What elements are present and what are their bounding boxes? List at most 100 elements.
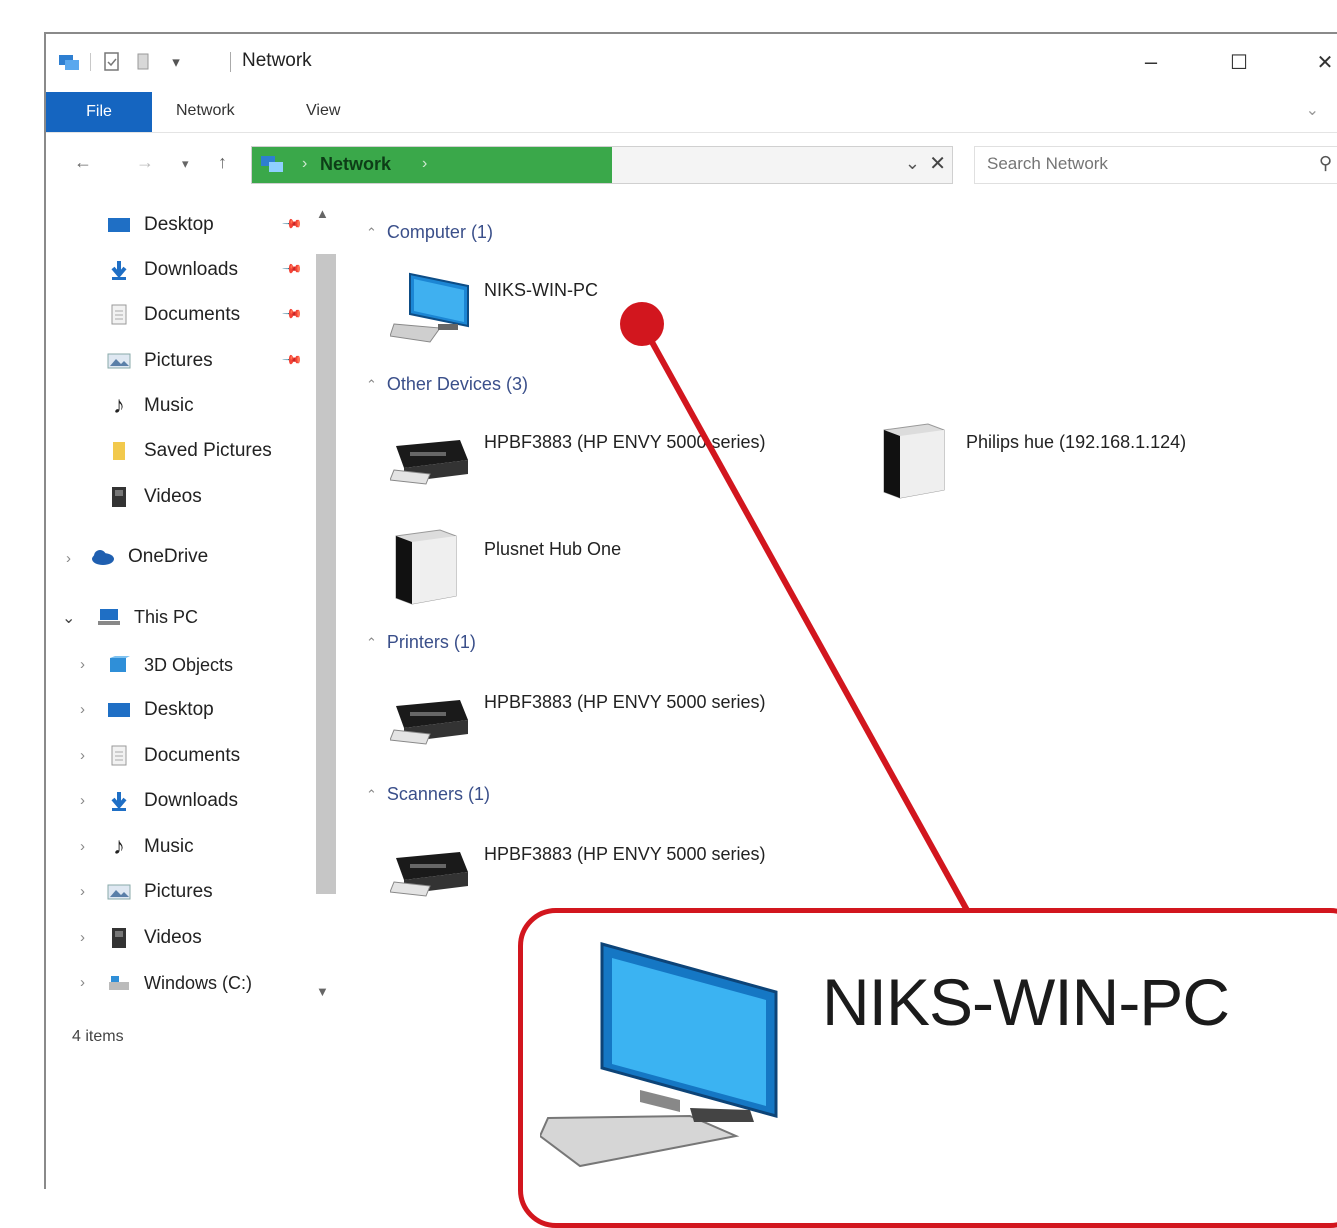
search-box[interactable]: ⚲ — [974, 146, 1337, 184]
network-app-icon[interactable] — [58, 51, 80, 73]
nav-item-label: Downloads — [144, 790, 238, 811]
address-bar[interactable]: › Network › ⌄ ✕ — [251, 146, 953, 184]
nav-scrollbar-thumb[interactable] — [316, 254, 336, 894]
breadcrumb-chevron-icon[interactable]: › — [302, 155, 307, 173]
address-dropdown-icon[interactable]: ⌄ — [905, 153, 920, 174]
expand-chevron-icon[interactable]: › — [66, 550, 71, 567]
minimize-button[interactable]: – — [1128, 44, 1174, 80]
pin-icon[interactable]: 📌 — [281, 349, 303, 372]
expand-chevron-icon[interactable]: › — [80, 974, 85, 991]
device-label-plusnet-hub[interactable]: Plusnet Hub One — [484, 539, 621, 560]
collapse-group-icon[interactable]: ⌃ — [366, 225, 377, 241]
properties-icon[interactable] — [101, 51, 123, 73]
expand-ribbon-icon[interactable]: ⌄ — [1306, 100, 1319, 120]
group-header-other-devices[interactable]: ⌃ Other Devices (3) — [366, 374, 528, 395]
nav-item-downloads[interactable]: Downloads — [106, 784, 238, 818]
nav-item-label: Saved Pictures — [144, 440, 272, 461]
group-header-label: Scanners (1) — [386, 784, 490, 804]
expand-chevron-icon[interactable]: › — [80, 656, 85, 673]
nav-item-label: Downloads — [144, 259, 238, 280]
expand-chevron-icon[interactable]: › — [80, 838, 85, 855]
collapse-group-icon[interactable]: ⌃ — [366, 377, 377, 393]
nav-item-label: Desktop — [144, 699, 214, 720]
nav-item-music[interactable]: ♪ Music — [106, 830, 194, 864]
downloads-icon — [106, 259, 132, 281]
network-device-icon[interactable] — [878, 420, 948, 507]
group-header-label: Printers (1) — [386, 632, 476, 652]
printer-icon[interactable] — [389, 430, 470, 491]
pin-icon[interactable]: 📌 — [281, 258, 303, 281]
forward-arrow-icon[interactable]: → — [136, 152, 154, 173]
nav-item-3d-objects[interactable]: 3D Objects — [106, 648, 233, 682]
tab-view[interactable]: View — [306, 102, 340, 120]
nav-item-label: Videos — [144, 486, 202, 507]
nav-item-desktop[interactable]: Desktop — [106, 208, 214, 242]
status-item-count: 4 items — [72, 1028, 124, 1045]
expand-chevron-icon[interactable]: › — [80, 747, 85, 764]
search-icon[interactable]: ⚲ — [1319, 153, 1332, 174]
close-button[interactable]: ✕ — [1302, 44, 1337, 80]
expand-chevron-icon[interactable]: › — [80, 792, 85, 809]
breadcrumb-chevron-icon[interactable]: › — [422, 155, 427, 173]
back-arrow-icon[interactable]: ← — [74, 152, 92, 173]
search-input[interactable] — [985, 153, 1289, 175]
group-header-label: Computer (1) — [386, 222, 493, 242]
nav-item-pictures[interactable]: Pictures — [106, 344, 213, 378]
nav-item-documents[interactable]: Documents — [106, 739, 240, 773]
nav-item-videos[interactable]: Videos — [106, 921, 202, 955]
printer-icon[interactable] — [389, 842, 470, 903]
network-device-icon[interactable] — [390, 526, 460, 613]
recent-locations-icon[interactable]: ▾ — [182, 156, 189, 172]
nav-item-desktop[interactable]: Desktop — [106, 693, 214, 727]
new-folder-icon[interactable] — [133, 51, 155, 73]
music-icon: ♪ — [113, 392, 125, 419]
tab-file[interactable]: File — [46, 92, 152, 132]
pin-icon[interactable]: 📌 — [281, 213, 303, 236]
cloud-icon — [90, 546, 116, 568]
scroll-up-icon[interactable]: ▲ — [316, 206, 329, 221]
nav-item-downloads[interactable]: Downloads — [106, 253, 238, 287]
device-label-philips-hue[interactable]: Philips hue (192.168.1.124) — [966, 432, 1186, 453]
documents-icon — [106, 304, 132, 326]
ribbon: File Network View ⌄ — [46, 90, 1337, 133]
group-header-printers[interactable]: ⌃ Printers (1) — [366, 632, 476, 653]
computer-icon[interactable] — [389, 266, 474, 349]
breadcrumb-network[interactable]: Network — [320, 154, 391, 175]
expand-chevron-icon[interactable]: › — [80, 883, 85, 900]
customize-toolbar-icon[interactable]: ▾ — [165, 51, 187, 73]
collapse-group-icon[interactable]: ⌃ — [366, 787, 377, 803]
printer-icon[interactable] — [389, 690, 470, 751]
device-label-printer[interactable]: HPBF3883 (HP ENVY 5000 series) — [484, 692, 765, 713]
desktop-folder-icon — [106, 699, 132, 721]
clear-address-icon[interactable]: ✕ — [929, 151, 946, 176]
expand-chevron-icon[interactable]: › — [80, 701, 85, 718]
tab-network[interactable]: Network — [176, 102, 235, 120]
device-label-hp-printer[interactable]: HPBF3883 (HP ENVY 5000 series) — [484, 432, 765, 453]
up-arrow-icon[interactable]: ↑ — [218, 152, 227, 173]
nav-item-pictures[interactable]: Pictures — [106, 875, 213, 909]
nav-item-saved-pictures[interactable]: Saved Pictures — [106, 434, 272, 468]
nav-item-music[interactable]: ♪ Music — [106, 389, 194, 423]
music-icon: ♪ — [113, 833, 125, 860]
callout-label: NIKS-WIN-PC — [822, 965, 1230, 1039]
drive-icon — [106, 972, 132, 994]
videos-icon — [106, 486, 132, 508]
pictures-icon — [106, 881, 132, 903]
nav-item-documents[interactable]: Documents — [106, 298, 240, 332]
nav-item-onedrive[interactable]: OneDrive — [90, 540, 208, 574]
expand-chevron-icon[interactable]: › — [80, 929, 85, 946]
maximize-button[interactable]: ☐ — [1216, 44, 1262, 80]
group-header-scanners[interactable]: ⌃ Scanners (1) — [366, 784, 490, 805]
collapse-chevron-icon[interactable]: ⌄ — [62, 608, 75, 628]
nav-item-this-pc[interactable]: This PC — [96, 600, 198, 634]
group-header-computer[interactable]: ⌃ Computer (1) — [366, 222, 493, 243]
device-label-scanner[interactable]: HPBF3883 (HP ENVY 5000 series) — [484, 844, 765, 865]
window-title: Network — [242, 50, 312, 71]
scroll-down-icon[interactable]: ▼ — [316, 984, 329, 999]
videos-icon — [106, 927, 132, 949]
nav-item-windows-c[interactable]: Windows (C:) — [106, 966, 252, 1000]
device-label-niks-win-pc[interactable]: NIKS-WIN-PC — [484, 280, 598, 301]
nav-item-videos[interactable]: Videos — [106, 480, 202, 514]
pin-icon[interactable]: 📌 — [281, 303, 303, 326]
collapse-group-icon[interactable]: ⌃ — [366, 635, 377, 651]
